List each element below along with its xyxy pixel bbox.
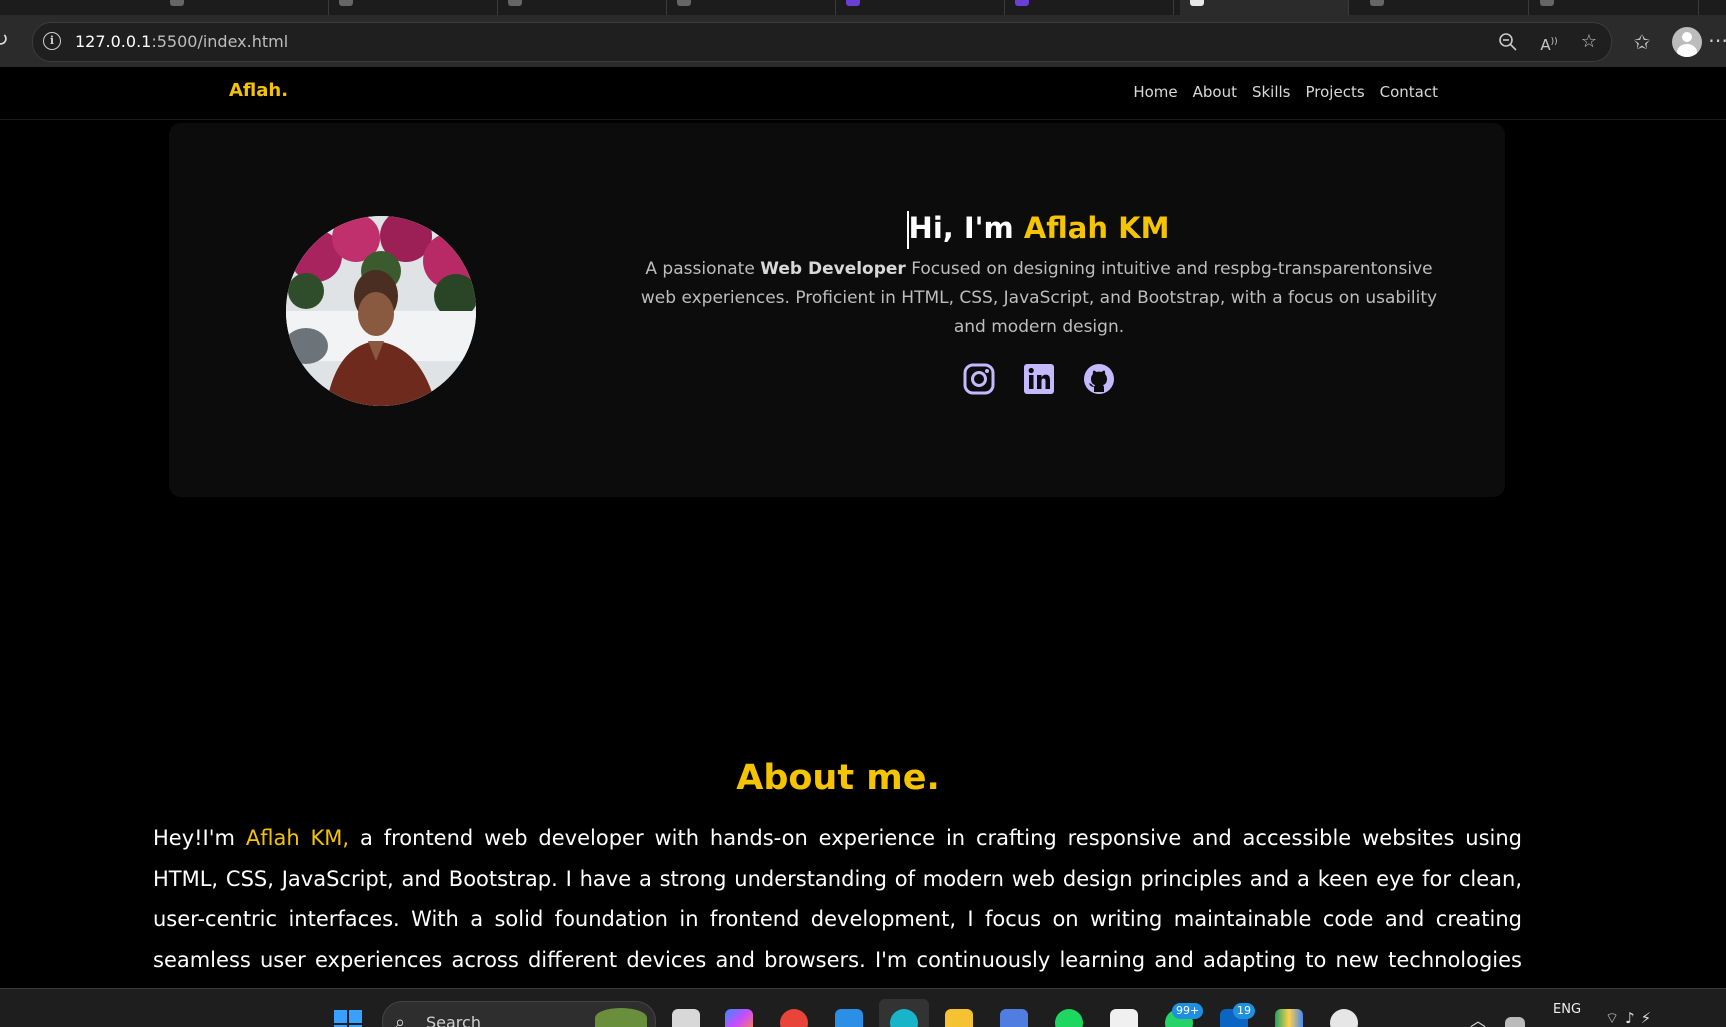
github-app-icon[interactable]: [1330, 1009, 1358, 1027]
hero-name: Aflah KM: [1023, 211, 1170, 245]
tab-favicon: [1190, 0, 1204, 6]
linkedin-icon[interactable]: [1022, 362, 1056, 396]
about-intro: Hey!I'm: [153, 826, 246, 850]
hero-text: Hi, I'm Aflah KM A passionate Web Develo…: [629, 211, 1449, 396]
file-app-icon[interactable]: [672, 1009, 700, 1027]
about-heading: About me.: [736, 758, 940, 798]
reload-icon[interactable]: ↻: [0, 27, 16, 51]
browser-tab[interactable]: [1360, 0, 1529, 15]
browser-tab[interactable]: [160, 0, 329, 15]
hero-desc-pre: A passionate: [645, 259, 761, 279]
browser-tab[interactable]: [1530, 0, 1699, 15]
browser-tab-strip: [0, 0, 1726, 15]
zoom-out-icon[interactable]: [1495, 29, 1521, 55]
tab-favicon: [1370, 0, 1384, 6]
copilot-icon[interactable]: [725, 1009, 753, 1027]
url-text[interactable]: 127.0.0.1:5500/index.html: [75, 32, 288, 51]
windows-start-icon[interactable]: [333, 1009, 363, 1027]
hero-card: Hi, I'm Aflah KM A passionate Web Develo…: [169, 123, 1505, 497]
nav-home[interactable]: Home: [1133, 83, 1177, 101]
whatsapp-badge: 99+: [1172, 1003, 1204, 1019]
profile-avatar-icon[interactable]: [1672, 27, 1702, 57]
tab-favicon: [339, 0, 353, 6]
os-taskbar: ⌕ Search 99+ 19 ︿ ENG ⌔♪⚡: [0, 988, 1726, 1027]
store-icon[interactable]: [1000, 1009, 1028, 1027]
read-aloud-icon[interactable]: A)): [1536, 29, 1562, 55]
tab-favicon: [677, 0, 691, 6]
hero-description: A passionate Web Developer Focused on de…: [629, 255, 1449, 342]
chrome-icon[interactable]: [780, 1009, 808, 1027]
browser-tab[interactable]: [1005, 0, 1174, 15]
browser-tab[interactable]: [498, 0, 667, 15]
browser-tab[interactable]: [836, 0, 1005, 15]
address-bar[interactable]: i 127.0.0.1:5500/index.html A)) ☆: [32, 22, 1612, 62]
nav-about[interactable]: About: [1193, 83, 1237, 101]
instagram-icon[interactable]: [962, 362, 996, 396]
url-host: 127.0.0.1: [75, 32, 152, 51]
tab-favicon: [1540, 0, 1554, 6]
tray-expand-icon[interactable]: ︿: [1470, 1007, 1486, 1027]
chatgpt-icon[interactable]: [1110, 1009, 1138, 1027]
about-body: a frontend web developer with hands-on e…: [153, 826, 1523, 1012]
nav-links: Home About Skills Projects Contact: [1133, 83, 1438, 101]
favorite-star-icon[interactable]: ☆: [1576, 29, 1602, 55]
taskbar-search[interactable]: ⌕ Search: [382, 1001, 656, 1027]
language-indicator[interactable]: ENG: [1553, 1002, 1581, 1017]
tab-favicon: [1015, 0, 1029, 6]
hero-desc-bold: Web Developer: [760, 259, 906, 279]
vscode-icon[interactable]: [835, 1009, 863, 1027]
browser-tab[interactable]: [329, 0, 498, 15]
search-icon: ⌕: [395, 1012, 406, 1027]
url-path: :5500/index.html: [151, 32, 289, 51]
about-name: Aflah KM,: [245, 826, 350, 850]
tab-favicon: [508, 0, 522, 6]
site-brand[interactable]: Aflah.: [229, 80, 288, 101]
site-navbar: Aflah. Home About Skills Projects Contac…: [0, 67, 1726, 120]
linkedin-badge: 19: [1233, 1003, 1255, 1019]
tab-favicon: [846, 0, 860, 6]
nav-contact[interactable]: Contact: [1380, 83, 1438, 101]
profile-photo: [286, 216, 476, 406]
google-drive-icon[interactable]: [1275, 1009, 1303, 1027]
tab-favicon: [170, 0, 184, 6]
more-icon[interactable]: ⋯: [1708, 28, 1726, 52]
browser-toolbar: ↻ i 127.0.0.1:5500/index.html A)) ☆ ✩ ⋯: [0, 15, 1726, 67]
hero-title: Hi, I'm Aflah KM: [906, 211, 1170, 249]
favorites-icon[interactable]: ✩: [1628, 28, 1656, 56]
browser-tab-active[interactable]: [1180, 0, 1349, 15]
nav-projects[interactable]: Projects: [1306, 83, 1365, 101]
tray-status-icons[interactable]: ⌔♪⚡: [1605, 1009, 1657, 1027]
nav-skills[interactable]: Skills: [1252, 83, 1291, 101]
browser-tab[interactable]: [667, 0, 836, 15]
social-links: [629, 362, 1449, 396]
search-highlight-icon: [595, 1008, 647, 1027]
text-caret: [906, 211, 909, 249]
search-label: Search: [426, 1013, 481, 1027]
spotify-icon[interactable]: [1055, 1009, 1083, 1027]
file-explorer-icon[interactable]: [945, 1009, 973, 1027]
github-icon[interactable]: [1082, 362, 1116, 396]
site-info-icon[interactable]: i: [43, 32, 61, 50]
hero-greeting: Hi, I'm: [908, 211, 1024, 245]
